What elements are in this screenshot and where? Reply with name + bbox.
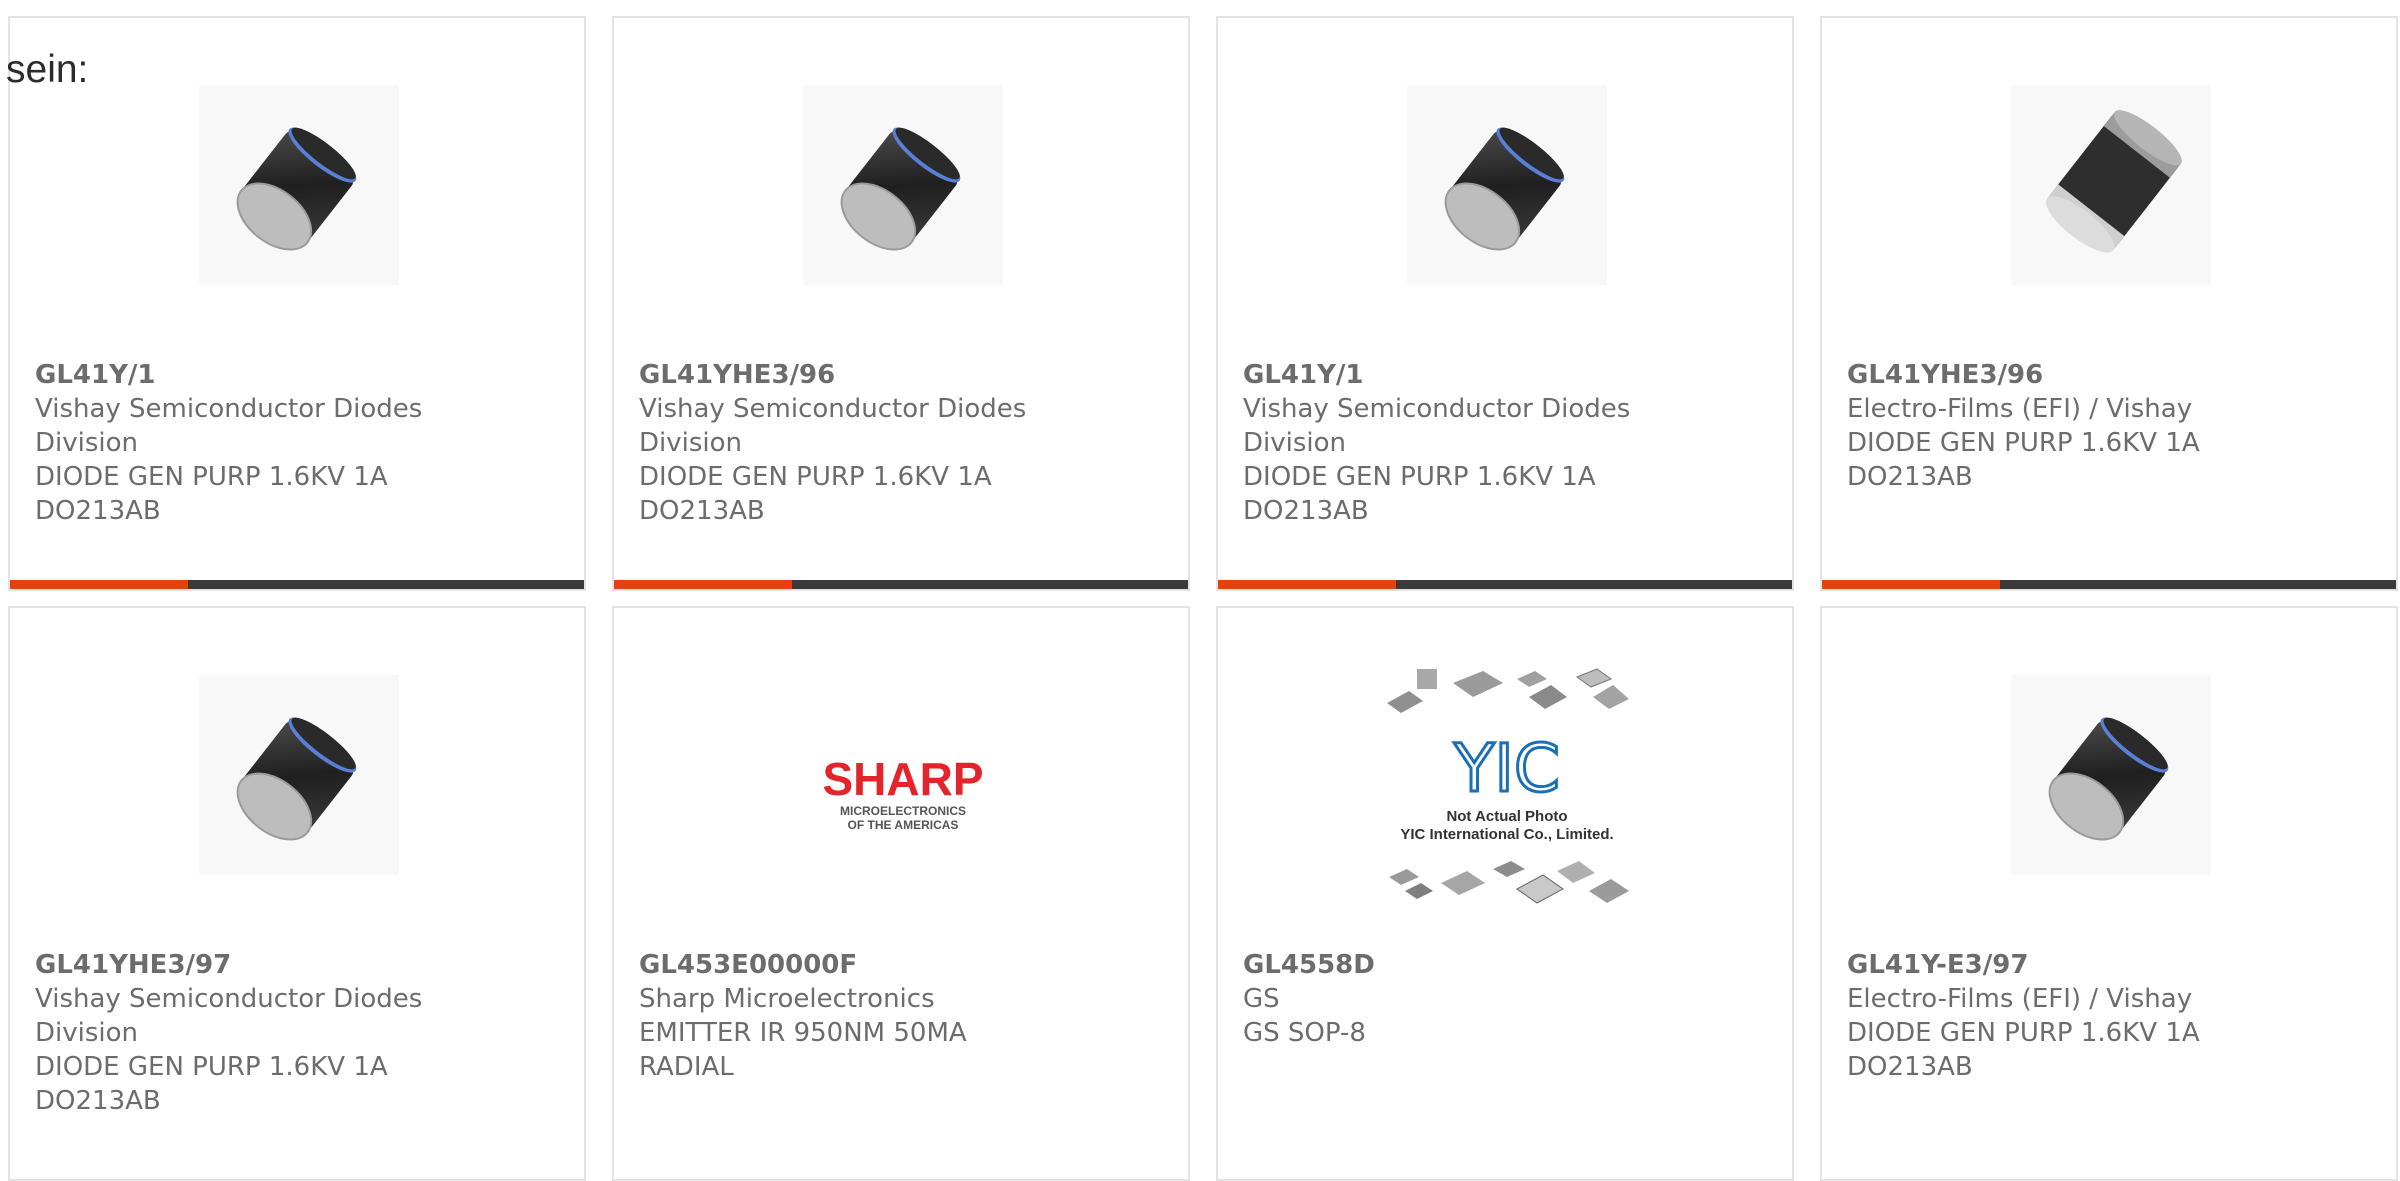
manufacturer: Electro-Films (EFI) / Vishay — [1847, 984, 2193, 1014]
description: DIODE GEN PURP 1.6KV 1A DO213AB — [639, 462, 992, 526]
manufacturer: GS — [1243, 984, 1280, 1014]
product-image[interactable] — [1407, 85, 1607, 285]
product-card[interactable]: GL41Y/1 Vishay Semiconductor Diodes Divi… — [1216, 16, 1794, 591]
diode-melf-icon — [236, 717, 357, 841]
product-info: GL41YHE3/96 Vishay Semiconductor Diodes … — [639, 358, 1039, 528]
manufacturer: Vishay Semiconductor Diodes Division — [35, 394, 423, 458]
product-info: GL4558D GS GS SOP-8 — [1243, 948, 1643, 1050]
manufacturer: Vishay Semiconductor Diodes Division — [35, 984, 423, 1048]
manufacturer: Electro-Films (EFI) / Vishay — [1847, 394, 2193, 424]
product-info: GL41Y/1 Vishay Semiconductor Diodes Divi… — [1243, 358, 1643, 528]
product-card[interactable]: GL41YHE3/96 Electro-Films (EFI) / Vishay… — [1820, 16, 2398, 591]
part-number[interactable]: GL41Y/1 — [1243, 358, 1643, 392]
part-number[interactable]: GL41Y-E3/97 — [1847, 948, 2247, 982]
card-progress-fill — [614, 580, 792, 589]
diode-melf-icon — [2048, 717, 2169, 841]
diode-melf-icon — [1444, 127, 1565, 251]
product-image[interactable]: SHARP MICROELECTRONICS OF THE AMERICAS — [763, 675, 1043, 925]
description: DIODE GEN PURP 1.6KV 1A DO213AB — [1847, 1018, 2200, 1082]
card-progress-fill — [10, 580, 188, 589]
product-image[interactable] — [199, 85, 399, 285]
yic-caption-line1: Not Actual Photo — [1446, 808, 1567, 825]
product-image[interactable] — [2011, 85, 2211, 285]
product-card[interactable]: GL41YHE3/96 Vishay Semiconductor Diodes … — [612, 16, 1190, 591]
description: GS SOP-8 — [1243, 1018, 1366, 1048]
lead-text: sein: — [6, 48, 89, 91]
part-number[interactable]: GL4558D — [1243, 948, 1643, 982]
product-info: GL453E00000F Sharp Microelectronics EMIT… — [639, 948, 1039, 1084]
manufacturer: Vishay Semiconductor Diodes Division — [639, 394, 1027, 458]
part-number[interactable]: GL41YHE3/97 — [35, 948, 435, 982]
product-image[interactable] — [803, 85, 1003, 285]
card-progress-fill — [1218, 580, 1396, 589]
product-card[interactable]: SHARP MICROELECTRONICS OF THE AMERICAS G… — [612, 606, 1190, 1181]
yic-caption-line2: YIC International Co., Limited. — [1400, 826, 1613, 843]
sharp-logo-line2: OF THE AMERICAS — [848, 818, 959, 832]
description: DIODE GEN PURP 1.6KV 1A DO213AB — [1847, 428, 2200, 492]
description: DIODE GEN PURP 1.6KV 1A DO213AB — [1243, 462, 1596, 526]
product-card[interactable]: GL41Y/1 Vishay Semiconductor Diodes Divi… — [8, 16, 586, 591]
card-progress-bar — [10, 580, 584, 589]
product-info: GL41YHE3/96 Electro-Films (EFI) / Vishay… — [1847, 358, 2247, 494]
product-image[interactable]: YIC Not Actual Photo YIC International C… — [1367, 663, 1647, 933]
sharp-logo-line1: MICROELECTRONICS — [840, 804, 966, 818]
part-number[interactable]: GL41YHE3/96 — [639, 358, 1039, 392]
product-card[interactable]: GL41Y-E3/97 Electro-Films (EFI) / Vishay… — [1820, 606, 2398, 1181]
part-number[interactable]: GL41YHE3/96 — [1847, 358, 2247, 392]
part-number[interactable]: GL41Y/1 — [35, 358, 435, 392]
diode-melf-icon — [840, 127, 961, 251]
yic-logo-text: YIC — [1453, 730, 1560, 807]
product-image[interactable] — [2011, 675, 2211, 875]
card-progress-bar — [1822, 580, 2396, 589]
product-info: GL41Y/1 Vishay Semiconductor Diodes Divi… — [35, 358, 435, 528]
product-info: GL41Y-E3/97 Electro-Films (EFI) / Vishay… — [1847, 948, 2247, 1084]
description: EMITTER IR 950NM 50MA RADIAL — [639, 1018, 967, 1082]
product-card[interactable]: GL41YHE3/97 Vishay Semiconductor Diodes … — [8, 606, 586, 1181]
card-progress-fill — [1822, 580, 2000, 589]
diode-melf-icon — [236, 127, 357, 251]
manufacturer: Vishay Semiconductor Diodes Division — [1243, 394, 1631, 458]
product-info: GL41YHE3/97 Vishay Semiconductor Diodes … — [35, 948, 435, 1118]
yic-placeholder-image: YIC Not Actual Photo YIC International C… — [1387, 668, 1629, 904]
description: DIODE GEN PURP 1.6KV 1A DO213AB — [35, 1052, 388, 1116]
card-progress-bar — [614, 580, 1188, 589]
description: DIODE GEN PURP 1.6KV 1A DO213AB — [35, 462, 388, 526]
sharp-logo-name: SHARP — [822, 753, 983, 805]
card-progress-bar — [1218, 580, 1792, 589]
part-number[interactable]: GL453E00000F — [639, 948, 1039, 982]
diode-melf-gray-icon — [2046, 110, 2182, 253]
manufacturer: Sharp Microelectronics — [639, 984, 935, 1014]
sharp-logo: SHARP MICROELECTRONICS OF THE AMERICAS — [822, 753, 983, 832]
product-image[interactable] — [199, 675, 399, 875]
product-card[interactable]: YIC Not Actual Photo YIC International C… — [1216, 606, 1794, 1181]
